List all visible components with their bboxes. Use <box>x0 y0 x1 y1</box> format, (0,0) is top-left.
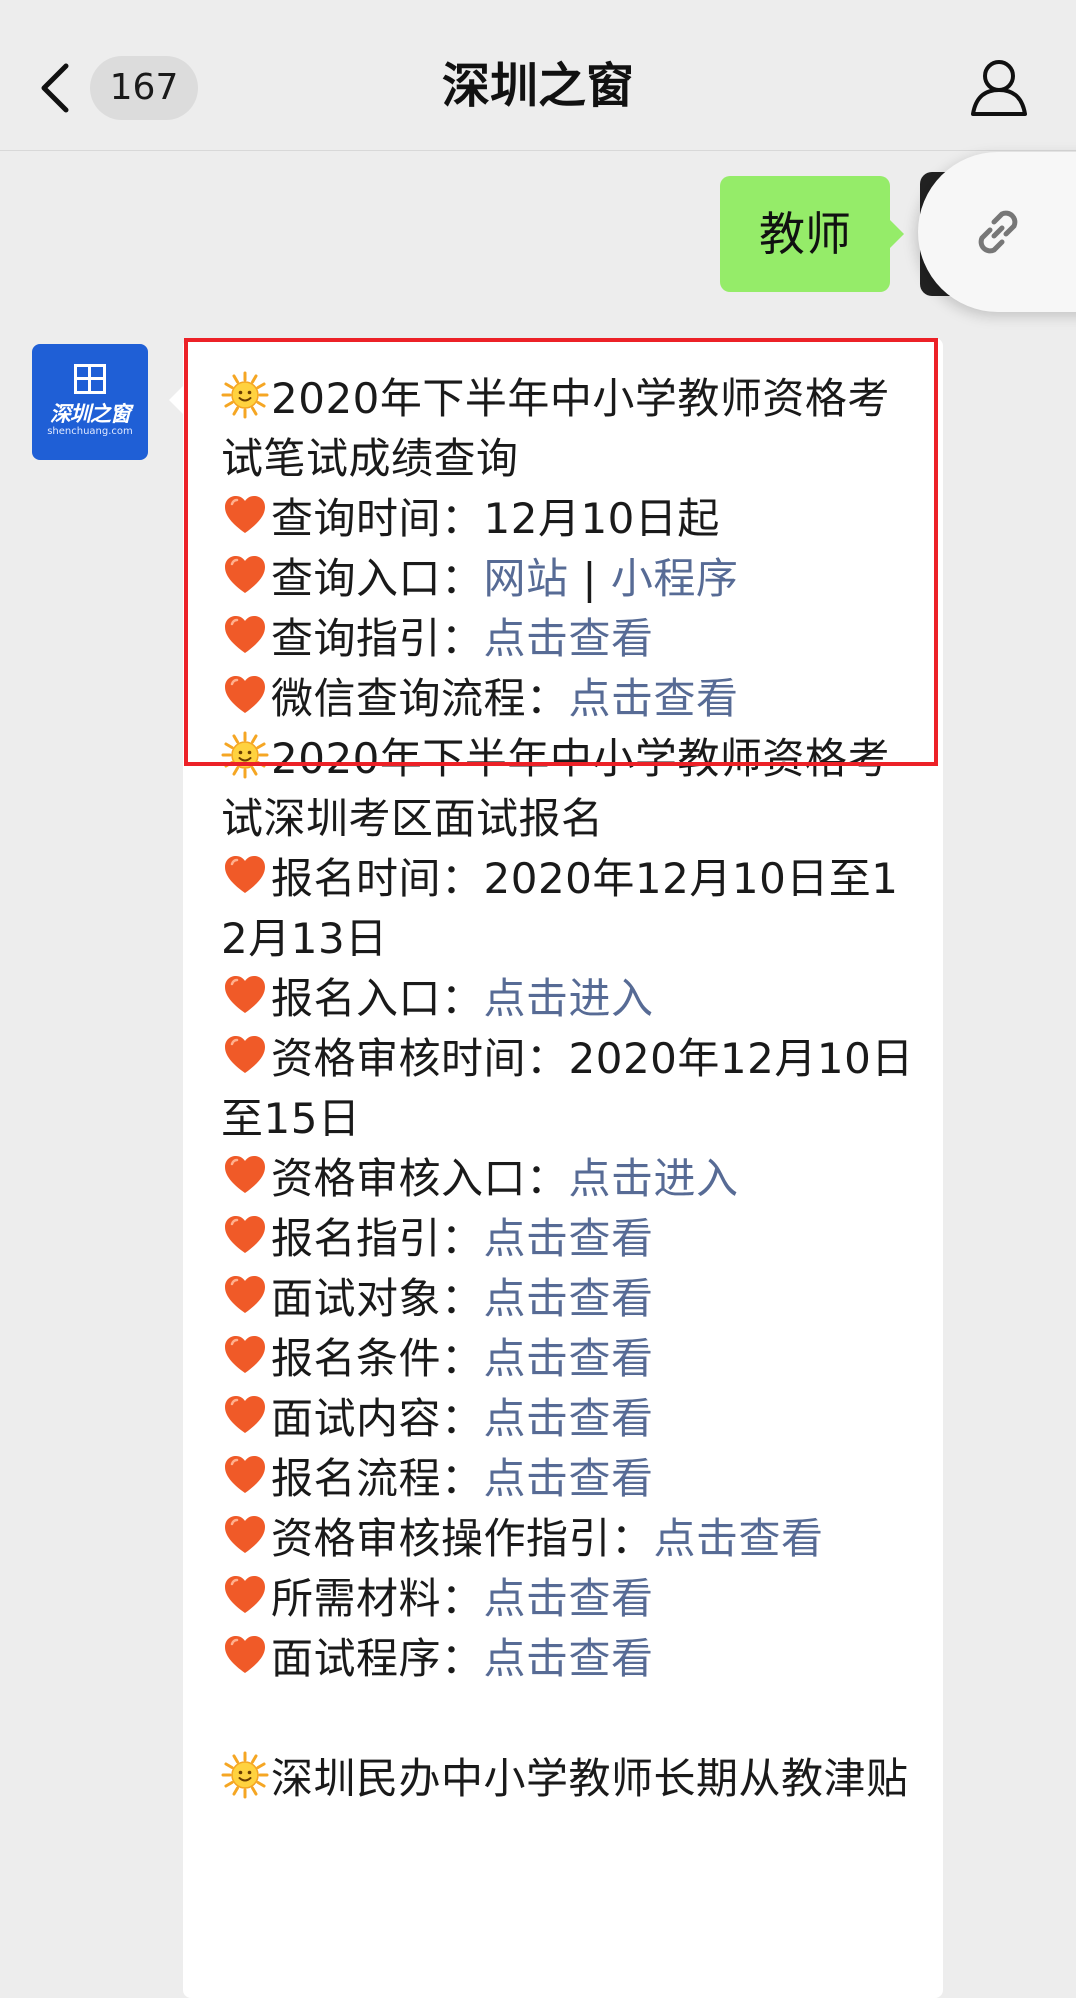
info-row: 报名入口：点击进入 <box>221 969 921 1029</box>
info-link[interactable]: 点击进入 <box>484 974 654 1023</box>
info-row: 资格审核入口：点击进入 <box>221 1149 921 1209</box>
info-row: 面试对象：点击查看 <box>221 1269 921 1329</box>
heart-emoji-icon <box>225 1396 265 1433</box>
heart-emoji-icon <box>225 616 265 653</box>
info-label: 报名条件： <box>271 1334 484 1383</box>
info-link[interactable]: 点击查看 <box>484 1274 654 1323</box>
section-title-text: 深圳民办中小学教师长期从教津贴 <box>271 1754 909 1803</box>
link-separator: | <box>568 554 611 603</box>
info-link[interactable]: 点击查看 <box>484 1394 654 1443</box>
info-row: 微信查询流程：点击查看 <box>221 669 921 729</box>
info-label: 资格审核入口： <box>271 1154 569 1203</box>
info-row: 资格审核操作指引：点击查看 <box>221 1509 921 1569</box>
message-content: 2020年下半年中小学教师资格考试笔试成绩查询 查询时间：12月10日起 查询入口：… <box>221 369 921 1809</box>
heart-emoji-icon <box>225 676 265 713</box>
page-title: 深圳之窗 <box>441 58 634 114</box>
info-row: 报名指引：点击查看 <box>221 1209 921 1269</box>
info-row: 面试内容：点击查看 <box>221 1389 921 1449</box>
chat-header: 167 深圳之窗 <box>0 0 1076 151</box>
heart-emoji-icon <box>225 1576 265 1613</box>
info-label: 面试对象： <box>271 1274 484 1323</box>
heart-emoji-icon <box>225 1216 265 1253</box>
info-label: 报名流程： <box>271 1454 484 1503</box>
heart-emoji-icon <box>225 1336 265 1373</box>
person-icon <box>971 60 1027 116</box>
section-title-text: 2020年下半年中小学教师资格考试深圳考区面试报名 <box>221 734 890 843</box>
heart-emoji-icon <box>225 556 265 593</box>
avatar-brand-text: 深圳之窗 <box>50 402 131 426</box>
info-row: 所需材料：点击查看 <box>221 1569 921 1629</box>
incoming-message-bubble: 2020年下半年中小学教师资格考试笔试成绩查询 查询时间：12月10日起 查询入口：… <box>169 338 943 1998</box>
heart-emoji-icon <box>225 496 265 533</box>
info-link[interactable]: 点击查看 <box>484 1214 654 1263</box>
heart-emoji-icon <box>225 1516 265 1553</box>
section-title: 深圳民办中小学教师长期从教津贴 <box>221 1749 921 1809</box>
info-label: 查询时间： <box>271 494 484 543</box>
info-label: 查询入口： <box>271 554 484 603</box>
info-link[interactable]: 点击查看 <box>569 674 739 723</box>
info-row: 报名条件：点击查看 <box>221 1329 921 1389</box>
heart-emoji-icon <box>225 1636 265 1673</box>
heart-emoji-icon <box>225 1456 265 1493</box>
info-value: 12月10日起 <box>483 494 720 543</box>
info-label: 查询指引： <box>271 614 484 663</box>
floating-link-button[interactable] <box>918 152 1076 312</box>
info-label: 报名指引： <box>271 1214 484 1263</box>
sun-emoji-icon <box>221 731 269 779</box>
heart-emoji-icon <box>225 856 265 893</box>
info-row: 查询入口：网站 | 小程序 <box>221 549 921 609</box>
info-row: 面试程序：点击查看 <box>221 1629 921 1689</box>
info-label: 面试程序： <box>271 1634 484 1683</box>
sender-avatar[interactable]: 深圳之窗 shenchuang.com <box>32 344 148 460</box>
info-link[interactable]: 点击查看 <box>484 1454 654 1503</box>
info-link[interactable]: 网站 <box>484 554 569 603</box>
heart-emoji-icon <box>225 976 265 1013</box>
info-link[interactable]: 点击查看 <box>654 1514 824 1563</box>
heart-emoji-icon <box>225 1036 265 1073</box>
outgoing-message[interactable]: 教师 <box>720 176 904 292</box>
heart-emoji-icon <box>225 1276 265 1313</box>
info-link[interactable]: 点击查看 <box>484 1574 654 1623</box>
section-title: 2020年下半年中小学教师资格考试笔试成绩查询 <box>221 369 921 489</box>
info-label: 微信查询流程： <box>271 674 569 723</box>
info-link[interactable]: 点击查看 <box>484 614 654 663</box>
info-label: 报名入口： <box>271 974 484 1023</box>
info-label: 报名时间： <box>271 854 484 903</box>
heart-emoji-icon <box>225 1156 265 1193</box>
info-label: 资格审核时间： <box>271 1034 569 1083</box>
info-row: 报名流程：点击查看 <box>221 1449 921 1509</box>
info-row: 报名时间：2020年12月10日至12月13日 <box>221 849 921 969</box>
sun-emoji-icon <box>221 371 269 419</box>
info-label: 面试内容： <box>271 1394 484 1443</box>
info-row: 资格审核时间：2020年12月10日至15日 <box>221 1029 921 1149</box>
info-row: 查询指引：点击查看 <box>221 609 921 669</box>
info-row: 查询时间：12月10日起 <box>221 489 921 549</box>
sun-emoji-icon <box>221 1751 269 1799</box>
link-icon <box>978 210 1018 254</box>
info-label: 所需材料： <box>271 1574 484 1623</box>
profile-button[interactable] <box>968 56 1030 118</box>
section-title: 2020年下半年中小学教师资格考试深圳考区面试报名 <box>221 729 921 849</box>
info-link[interactable]: 点击查看 <box>484 1634 654 1683</box>
section-title-text: 2020年下半年中小学教师资格考试笔试成绩查询 <box>221 374 890 483</box>
info-link[interactable]: 点击查看 <box>484 1334 654 1383</box>
window-logo-icon <box>74 364 106 394</box>
info-label: 资格审核操作指引： <box>271 1514 654 1563</box>
info-link[interactable]: 点击进入 <box>569 1154 739 1203</box>
avatar-brand-subtext: shenchuang.com <box>47 426 133 437</box>
info-link[interactable]: 小程序 <box>611 554 739 603</box>
